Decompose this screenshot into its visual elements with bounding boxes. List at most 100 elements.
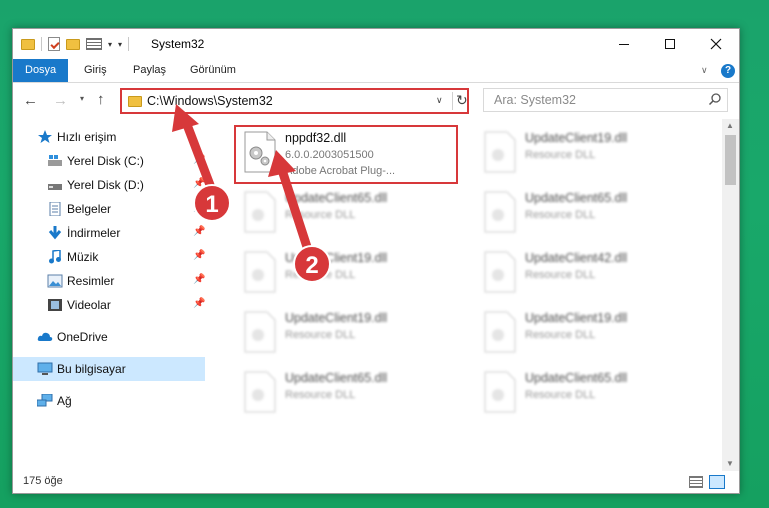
properties-icon[interactable] <box>48 37 60 51</box>
computer-icon <box>37 362 53 375</box>
file-description: Resource DLL <box>525 329 596 341</box>
file-highlight-box <box>234 125 458 184</box>
file-item[interactable]: UpdateClient19.dll Resource DLL <box>235 247 465 303</box>
recent-locations-icon[interactable]: ▾ <box>80 94 84 103</box>
tab-giris[interactable]: Giriş <box>84 59 107 82</box>
pin-icon[interactable]: 📌 <box>193 250 205 261</box>
star-icon <box>38 130 52 143</box>
scroll-up-icon[interactable]: ▲ <box>726 121 734 130</box>
forward-arrow-icon[interactable]: → <box>53 92 68 109</box>
file-name: UpdateClient65.dll <box>285 371 388 385</box>
sidebar-item-music[interactable]: Müzik 📌 <box>13 245 207 269</box>
sidebar-item-label: İndirmeler <box>67 226 121 240</box>
address-bar[interactable]: C:\Windows\System32 ∨ ↻ <box>120 88 469 114</box>
close-button[interactable] <box>693 29 739 59</box>
sidebar-item-quick-access[interactable]: Hızlı erişim <box>13 125 207 149</box>
sidebar-item-label: Videolar <box>67 298 111 312</box>
file-name: UpdateClient65.dll <box>525 371 628 385</box>
search-placeholder: Ara: System32 <box>494 93 576 107</box>
chevron-down-icon[interactable]: ∨ <box>436 95 443 106</box>
up-arrow-icon[interactable]: ↑ <box>97 91 105 108</box>
pin-icon[interactable]: 📌 <box>193 226 205 237</box>
file-name: UpdateClient19.dll <box>525 311 628 325</box>
quick-access-toolbar: ▾ ▾ <box>21 36 130 52</box>
dll-file-icon <box>244 251 276 293</box>
cloud-icon <box>37 332 53 341</box>
file-description: Resource DLL <box>285 209 356 221</box>
dll-file-icon <box>484 191 516 233</box>
details-view-icon[interactable] <box>689 476 703 488</box>
view-icon[interactable] <box>86 38 102 50</box>
toolbar-divider <box>41 37 42 51</box>
file-item[interactable]: UpdateClient19.dll Resource DLL <box>235 307 465 363</box>
pin-icon[interactable]: 📌 <box>193 154 205 165</box>
file-name: UpdateClient65.dll <box>525 191 628 205</box>
dll-file-icon <box>484 311 516 353</box>
sidebar-item-documents[interactable]: Belgeler 📌 <box>13 197 207 221</box>
dll-file-icon <box>484 371 516 413</box>
tab-gorunum[interactable]: Görünüm <box>190 59 236 82</box>
pin-icon[interactable]: 📌 <box>193 202 205 213</box>
file-description: Resource DLL <box>525 389 596 401</box>
pictures-icon <box>47 274 63 288</box>
file-item[interactable]: UpdateClient19.dll Resource DLL <box>475 127 705 183</box>
file-description: Resource DLL <box>525 209 596 221</box>
file-description: Resource DLL <box>525 269 596 281</box>
sidebar-item-network[interactable]: Ağ <box>13 389 207 413</box>
ribbon-tabs: Dosya Giriş Paylaş Görünüm ∨ ? <box>13 59 739 83</box>
dll-file-icon <box>484 251 516 293</box>
tab-dosya[interactable]: Dosya <box>13 59 68 82</box>
window-title: System32 <box>151 37 205 51</box>
sidebar-item-label: Yerel Disk (D:) <box>67 178 144 192</box>
file-item[interactable]: UpdateClient19.dll Resource DLL <box>475 307 705 363</box>
drive-icon <box>48 155 62 166</box>
sidebar-item-local-disk-c[interactable]: Yerel Disk (C:) 📌 <box>13 149 207 173</box>
customize-toolbar-icon[interactable]: ▾ <box>118 40 122 49</box>
file-item[interactable]: UpdateClient65.dll Resource DLL <box>475 367 705 423</box>
sidebar-item-this-pc[interactable]: Bu bilgisayar <box>13 357 205 381</box>
sidebar-item-videos[interactable]: Videolar 📌 <box>13 293 207 317</box>
search-input[interactable]: Ara: System32 <box>483 88 728 112</box>
scroll-down-icon[interactable]: ▼ <box>726 459 734 468</box>
close-icon <box>710 38 722 50</box>
refresh-icon[interactable]: ↻ <box>456 92 468 109</box>
sidebar-item-downloads[interactable]: İndirmeler 📌 <box>13 221 207 245</box>
item-count: 175 öğe <box>23 475 63 487</box>
pin-icon[interactable]: 📌 <box>193 274 205 285</box>
dll-file-icon <box>484 131 516 173</box>
tiles-view-icon[interactable] <box>709 475 725 489</box>
file-item[interactable]: UpdateClient65.dll Resource DLL <box>235 187 465 243</box>
back-arrow-icon[interactable]: ← <box>23 92 38 109</box>
sidebar-item-pictures[interactable]: Resimler 📌 <box>13 269 207 293</box>
status-bar: 175 öğe <box>13 471 739 493</box>
file-item[interactable]: UpdateClient65.dll Resource DLL <box>235 367 465 423</box>
navigation-bar: ← → ▾ ↑ C:\Windows\System32 ∨ ↻ Ara: Sys… <box>13 84 739 116</box>
dll-file-icon <box>244 191 276 233</box>
scrollbar-thumb[interactable] <box>725 135 736 185</box>
file-item[interactable]: UpdateClient65.dll Resource DLL <box>475 187 705 243</box>
pin-icon[interactable]: 📌 <box>193 178 205 189</box>
file-item[interactable]: UpdateClient42.dll Resource DLL <box>475 247 705 303</box>
search-icon[interactable] <box>708 92 722 106</box>
help-icon[interactable]: ? <box>721 64 735 78</box>
vertical-scrollbar[interactable]: ▲ ▼ <box>722 119 739 471</box>
music-icon <box>49 250 61 264</box>
sidebar-item-label: Belgeler <box>67 202 112 216</box>
address-path[interactable]: C:\Windows\System32 <box>147 94 273 108</box>
videos-icon <box>48 299 62 311</box>
sidebar-item-label: Yerel Disk (C:) <box>67 154 144 168</box>
sidebar-item-onedrive[interactable]: OneDrive <box>13 325 207 349</box>
chevron-down-icon[interactable]: ▾ <box>108 40 112 49</box>
tab-paylas[interactable]: Paylaş <box>133 59 166 82</box>
file-description: Resource DLL <box>525 149 596 161</box>
file-description: Resource DLL <box>285 269 356 281</box>
sidebar-item-local-disk-d[interactable]: Yerel Disk (D:) 📌 <box>13 173 207 197</box>
sidebar-item-label: Resimler <box>67 274 115 288</box>
maximize-button[interactable] <box>647 29 693 59</box>
pin-icon[interactable]: 📌 <box>193 298 205 309</box>
minimize-button[interactable] <box>601 29 647 59</box>
chevron-down-icon[interactable]: ∨ <box>701 65 708 76</box>
file-description: Resource DLL <box>285 329 356 341</box>
address-divider <box>452 92 453 110</box>
new-folder-icon[interactable] <box>66 38 80 50</box>
